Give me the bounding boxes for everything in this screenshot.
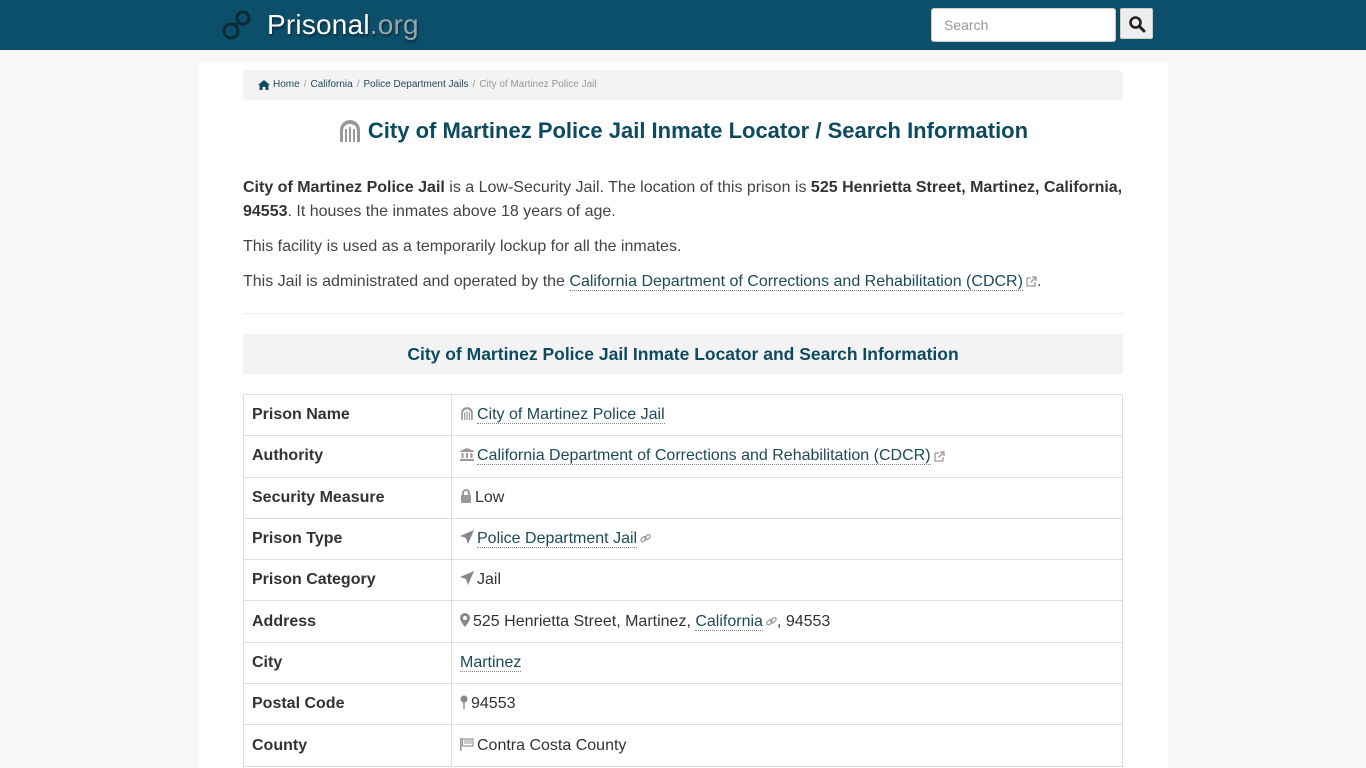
prison-gate-icon [339,120,360,142]
intro-text-span: . It houses the inmates above 18 years o… [287,203,616,220]
breadcrumb: Home / California / Police Department Ja… [243,70,1123,100]
row-label: Prison Category [243,559,452,602]
divider [243,313,1123,314]
main-container: Home / California / Police Department Ja… [198,62,1168,768]
logo-text: Prisonal.org [267,9,419,41]
breadcrumb-california[interactable]: California [310,70,352,100]
institution-icon [460,448,474,462]
external-link-icon [1026,276,1037,287]
chain-link-icon [640,534,651,543]
table-row: City Martinez [243,641,1123,685]
intro-text: City of Martinez Police Jail is a Low-Se… [243,176,1123,305]
breadcrumb-separator: / [356,79,360,90]
prison-category-value: Jail [477,571,502,589]
map-pin-icon [460,695,468,710]
location-arrow-icon [460,571,474,586]
row-label: Security Measure [243,476,452,519]
home-icon [258,80,270,90]
row-value: 525 Henrietta Street, Martinez, Californ… [451,600,1123,643]
prison-gate-icon [461,407,473,421]
breadcrumb-police-department-jails[interactable]: Police Department Jails [364,70,469,100]
handcuffs-icon [222,10,251,40]
table-row: Prison Type Police Department Jail [243,517,1123,561]
table-row: Prison Name City of Martinez Police Jail [243,393,1123,437]
map-marker-icon [460,612,470,627]
page-title-text: City of Martinez Police Jail Inmate Loca… [367,118,1029,143]
row-value: Low [451,476,1123,519]
prison-type-link[interactable]: Police Department Jail [477,530,638,549]
search-button[interactable] [1120,8,1153,39]
table-row: County Contra Costa County [243,724,1123,767]
table-row: Security Measure Low [243,476,1123,519]
breadcrumb-separator: / [472,79,476,90]
row-value: Martinez [451,641,1123,685]
county-value: Contra Costa County [477,736,627,754]
row-value: Jail [451,559,1123,602]
info-table: Prison Name City of Martinez Police Jail… [243,393,1123,767]
lock-icon [461,488,471,503]
external-link-icon [933,451,945,462]
row-label: Prison Type [243,517,452,561]
row-value: Contra Costa County [451,724,1123,767]
intro-paragraph-2: This facility is used as a temporarily l… [243,238,682,255]
intro-paragraph-3: This Jail is administrated and operated … [243,270,1123,294]
postal-code-value: 94553 [471,695,516,713]
logo-name: Prisonal [267,9,370,40]
intro-text-span: . [1036,273,1042,290]
top-navbar: Prisonal.org [0,0,1366,50]
row-value: California Department of Corrections and… [451,435,1123,478]
breadcrumb-home[interactable]: Home [273,70,300,100]
search-icon [1128,15,1145,32]
city-link[interactable]: Martinez [460,653,522,672]
page-title: City of Martinez Police Jail Inmate Loca… [243,116,1123,146]
breadcrumb-separator: / [303,79,307,90]
site-logo[interactable]: Prisonal.org [221,8,419,42]
address-state-link[interactable]: California [695,612,763,631]
row-value: 94553 [451,683,1123,726]
intro-text-span: This Jail is administrated and operated … [243,273,570,290]
authority-link[interactable]: California Department of Corrections and… [569,273,1023,291]
row-label: Prison Name [243,393,452,437]
row-label: County [243,724,452,767]
security-measure-value: Low [475,488,505,506]
location-arrow-icon [460,530,474,545]
authority-table-link[interactable]: California Department of Corrections and… [477,447,931,466]
chain-link-icon [766,616,777,626]
section-title: City of Martinez Police Jail Inmate Loca… [243,334,1123,374]
address-zip: , 94553 [776,612,831,630]
table-row: Postal Code 94553 [243,683,1123,726]
row-label: Address [243,600,452,643]
table-row: Authority California Department of Corre… [243,435,1123,478]
table-row: Prison Category Jail [243,559,1123,602]
row-value: Police Department Jail [451,517,1123,561]
address-street: 525 Henrietta Street, Martinez, [473,612,696,630]
intro-paragraph-1: City of Martinez Police Jail is a Low-Se… [243,176,1123,224]
intro-prison-name: City of Martinez Police Jail [243,179,445,196]
flag-icon [460,737,474,751]
row-label: Authority [243,435,452,478]
intro-text-span: is a Low-Security Jail. The location of … [444,179,811,196]
row-label: City [243,641,452,685]
prison-name-link[interactable]: City of Martinez Police Jail [477,406,665,425]
table-row: Address 525 Henrietta Street, Martinez, … [243,600,1123,643]
search-input[interactable] [931,8,1116,42]
breadcrumb-current: City of Martinez Police Jail [479,79,597,90]
logo-tld: .org [369,9,419,40]
row-value: City of Martinez Police Jail [451,393,1123,437]
row-label: Postal Code [243,683,452,726]
